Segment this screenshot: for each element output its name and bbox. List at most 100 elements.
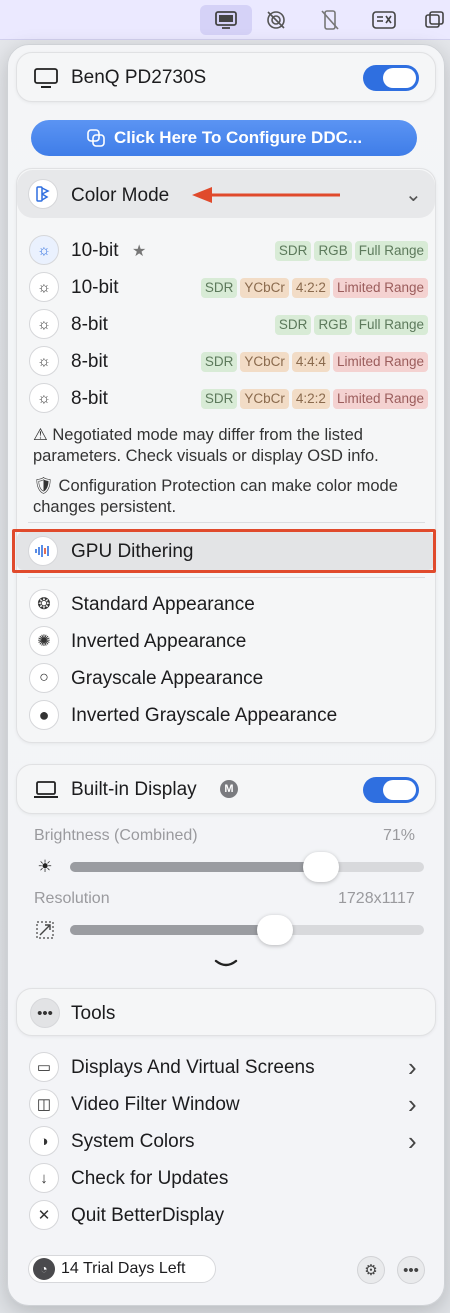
star-icon: ★ [132,243,147,260]
expand-chevron-icon[interactable] [214,950,238,976]
mode-tag: SDR [274,241,312,261]
chevron-right-icon: › [408,1052,417,1082]
tools-item-label: Check for Updates [71,1168,229,1189]
configure-ddc-label: Click Here To Configure DDC... [113,128,363,147]
color-mode-label: 8-bit [71,388,108,409]
no-touch-icon[interactable] [250,5,302,35]
resolution-slider-fill [70,925,276,935]
aperture-icon: ❂ [29,589,59,619]
display-icon[interactable] [200,5,252,35]
color-mode-label: 8-bit [71,314,108,335]
color-mode-title: Color Mode [71,185,170,206]
no-phone-icon[interactable] [304,5,356,35]
more-icon: ••• [30,998,60,1028]
mode-tags: SDR YCbCr 4:4:4 Limited Range [200,352,428,372]
appearance-label: Inverted Appearance [71,631,247,652]
brightness-label: Brightness (Combined) [34,827,198,844]
windows-icon[interactable] [420,5,450,35]
close-icon: ✕ [29,1200,59,1230]
chevron-right-icon: › [408,1126,417,1156]
display-name: BenQ PD2730S [71,67,207,88]
more-options-icon[interactable]: ••• [397,1256,425,1284]
mode-tag: RGB [314,241,352,261]
mode-gauge-icon: ☼ [29,383,59,413]
annotation-highlight-box [12,529,436,573]
color-mode-label: 10-bit [71,277,119,298]
gear-icon[interactable]: ⚙ [357,1256,385,1284]
divider [28,577,425,578]
brightness-value: 71% [383,827,416,844]
display-card-builtin: Built-in Display M [16,764,436,814]
mode-tag: SDR [200,352,238,372]
tools-item[interactable]: ✕ Quit BetterDisplay [0,1198,450,1232]
mode-gauge-icon: ☼ [29,235,59,265]
configure-ddc-button[interactable]: Click Here To Configure DDC... [31,120,417,156]
tools-item-label: System Colors [71,1131,195,1152]
sun-icon: ☀ [37,857,53,876]
resolution-slider[interactable] [70,925,424,935]
mode-tag: RGB [314,315,352,335]
tools-title: Tools [71,1003,116,1024]
mode-gauge-icon: ☼ [29,309,59,339]
mode-tag: 4:4:4 [291,352,330,372]
color-mode-item[interactable]: ☼ 10-bit SDR YCbCr 4:2:2 Limited Range [0,270,450,304]
mode-tag: Limited Range [332,278,428,298]
displays-icon: ▭ [29,1052,59,1082]
appearance-item[interactable]: ○ Grayscale Appearance [0,661,450,695]
color-mode-item[interactable]: ☼ 8-bit SDR YCbCr 4:2:2 Limited Range [0,381,450,415]
builtin-display-toggle[interactable] [363,777,419,803]
display-toggle[interactable] [363,65,419,91]
mode-tag: SDR [274,315,312,335]
color-mode-item[interactable]: ☼ 10-bit ★ SDR RGB Full Range [0,233,450,267]
tools-item[interactable]: ◑ System Colors › [0,1124,450,1158]
appearance-label: Grayscale Appearance [71,668,264,689]
aperture-filled-icon: ✺ [29,626,59,656]
color-mode-label: 8-bit [71,351,108,372]
mode-tag: Full Range [354,241,428,261]
screen-x-icon[interactable] [358,5,410,35]
appearance-item[interactable]: ● Inverted Grayscale Appearance [0,698,450,732]
tools-header[interactable]: ••• Tools [16,988,436,1036]
mode-tag: Full Range [354,315,428,335]
color-mode-item[interactable]: ☼ 8-bit SDR RGB Full Range [0,307,450,341]
appearance-item[interactable]: ✺ Inverted Appearance [0,624,450,658]
tools-item[interactable]: ◫ Video Filter Window › [0,1087,450,1121]
tools-item-label: Displays And Virtual Screens [71,1057,315,1078]
color-mode-label: 10-bit [71,240,119,261]
appearance-label: Inverted Grayscale Appearance [71,705,338,726]
tools-item[interactable]: ▭ Displays And Virtual Screens › [0,1050,450,1084]
appearance-item[interactable]: ❂ Standard Appearance [0,587,450,621]
negotiated-mode-note: ⚠ Negotiated mode may differ from the li… [33,426,379,465]
download-icon: ↓ [29,1163,59,1193]
circle-outline-icon: ○ [29,663,59,693]
tools-item-label: Video Filter Window [71,1094,240,1115]
brightness-slider-fill [70,862,322,872]
mode-tags: SDR RGB Full Range [274,315,428,335]
monitor-icon [31,63,61,93]
mode-tags: SDR YCbCr 4:2:2 Limited Range [200,278,428,298]
resolution-label: Resolution [34,890,110,907]
resolution-value: 1728x1117 [338,890,415,907]
mode-tags: SDR YCbCr 4:2:2 Limited Range [200,389,428,409]
display-card-benq: BenQ PD2730S [16,52,436,102]
mode-tag: SDR [200,278,238,298]
laptop-icon [31,775,61,805]
protection-note: 🛡 Configuration Protection can make colo… [33,477,398,516]
mode-tag: Limited Range [332,389,428,409]
mode-tag: YCbCr [240,352,289,372]
chevron-right-icon: › [408,1089,417,1119]
resolution-slider-knob[interactable] [257,915,294,945]
brightness-slider[interactable] [70,862,424,872]
color-mode-item[interactable]: ☼ 8-bit SDR YCbCr 4:4:4 Limited Range [0,344,450,378]
brightness-slider-knob[interactable] [303,852,340,882]
resize-icon [30,915,60,945]
mode-tag: 4:2:2 [291,278,330,298]
mode-gauge-icon: ☼ [29,346,59,376]
annotation-arrow [192,187,340,203]
trial-days-pill[interactable]: ◔ 14 Trial Days Left [28,1255,216,1283]
color-palette-icon: ◑ [29,1126,59,1156]
circle-filled-icon: ● [29,700,59,730]
mode-tag: 4:2:2 [291,389,330,409]
tools-item[interactable]: ↓ Check for Updates [0,1161,450,1195]
configure-icon [87,129,105,147]
